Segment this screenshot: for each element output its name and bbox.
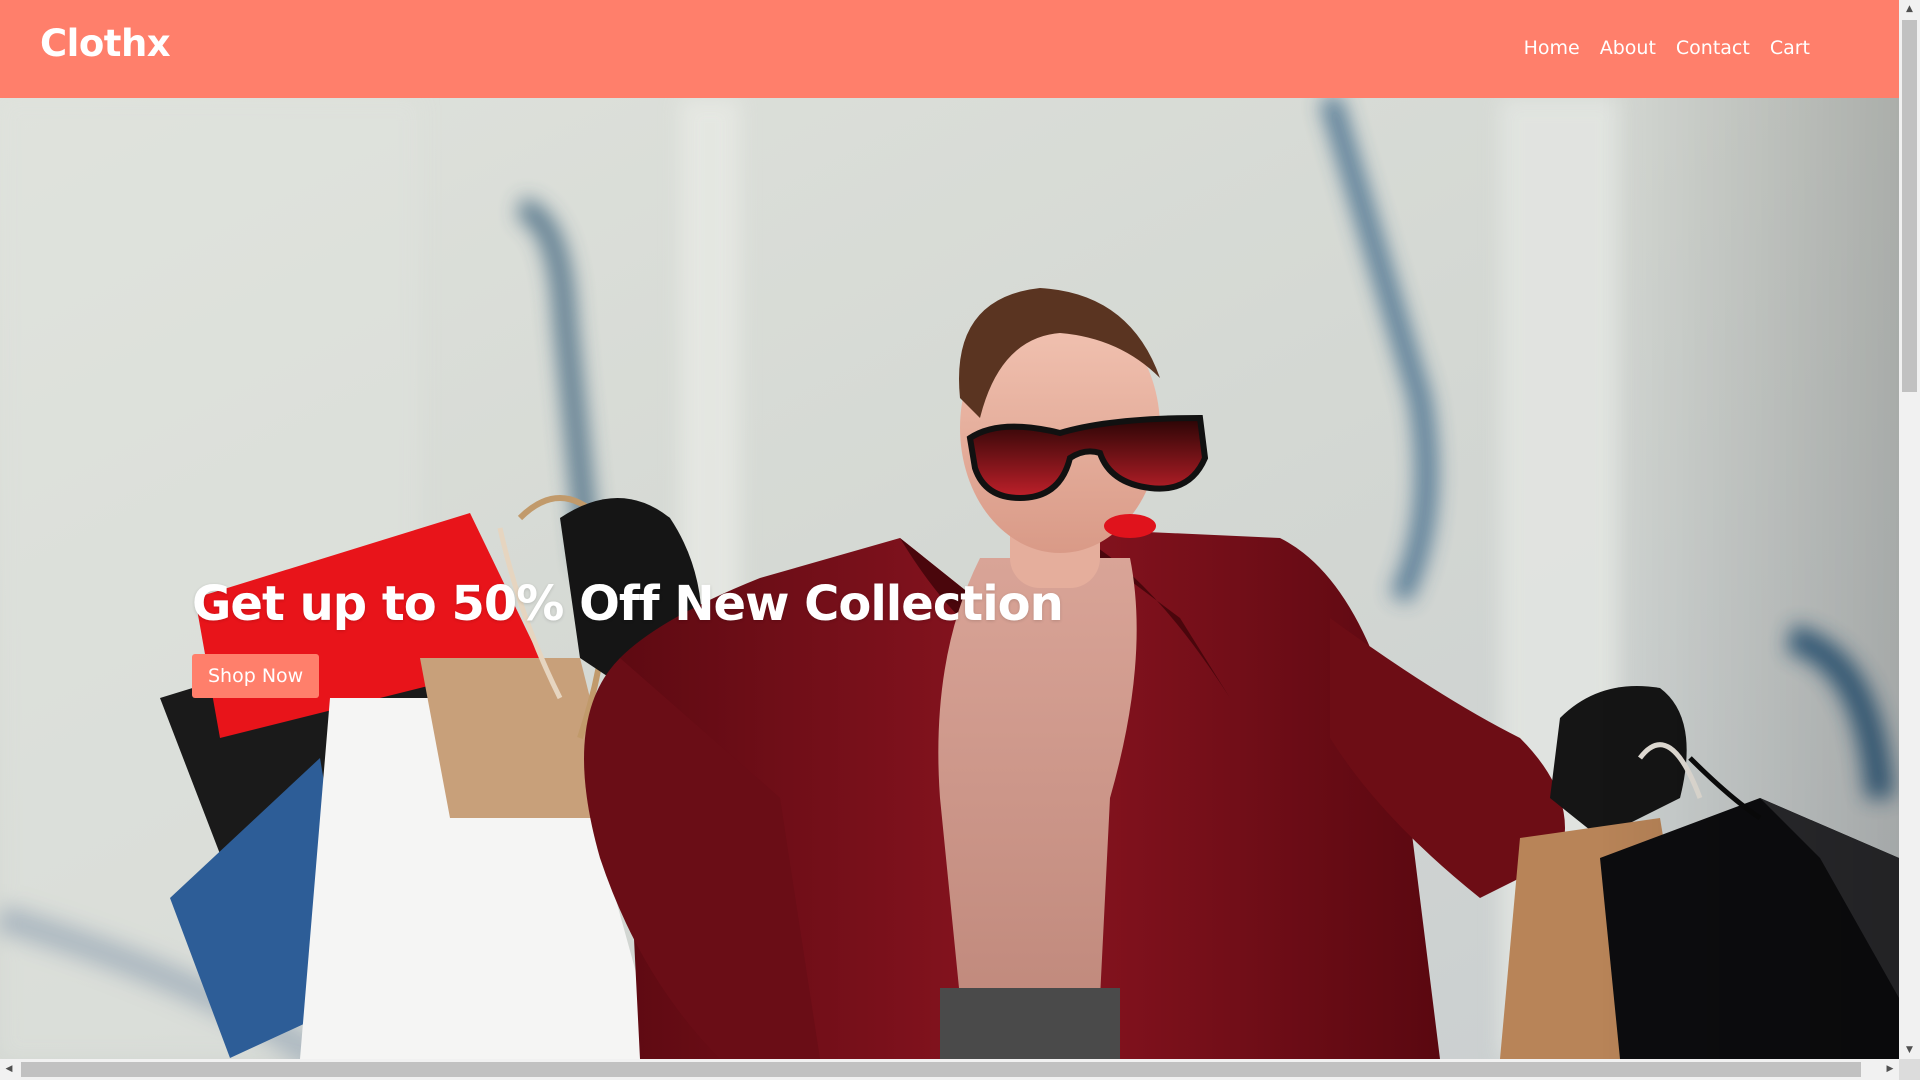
navbar: Clothx Home About Contact Cart xyxy=(0,0,1899,98)
brand-logo[interactable]: Clothx xyxy=(40,22,171,65)
nav-links: Home About Contact Cart xyxy=(1524,37,1810,59)
nav-item: Home xyxy=(1524,37,1580,59)
vertical-scrollbar[interactable]: ▲ ▼ xyxy=(1899,0,1920,1059)
shop-now-button[interactable]: Shop Now xyxy=(192,654,320,698)
nav-link-cart[interactable]: Cart xyxy=(1770,37,1810,59)
vertical-scroll-thumb[interactable] xyxy=(1902,20,1917,392)
nav-item: Cart xyxy=(1770,37,1810,59)
nav-item: About xyxy=(1600,37,1656,59)
nav-item: Contact xyxy=(1676,37,1750,59)
scroll-left-arrow-icon[interactable]: ◀ xyxy=(0,1059,18,1080)
scrollbar-corner xyxy=(1899,1059,1920,1080)
hero-banner: Get up to 50% Off New Collection Shop No… xyxy=(0,98,1899,1059)
scroll-up-arrow-icon[interactable]: ▲ xyxy=(1899,0,1920,18)
horizontal-scroll-thumb[interactable] xyxy=(21,1062,1861,1077)
hero-content: Get up to 50% Off New Collection Shop No… xyxy=(192,576,1064,698)
hero-title: Get up to 50% Off New Collection xyxy=(192,576,1064,632)
browser-viewport: Clothx Home About Contact Cart Get up to… xyxy=(0,0,1899,1059)
horizontal-scrollbar[interactable]: ◀ ▶ xyxy=(0,1059,1899,1080)
nav-link-contact[interactable]: Contact xyxy=(1676,37,1750,59)
scroll-down-arrow-icon[interactable]: ▼ xyxy=(1899,1041,1920,1059)
nav-link-about[interactable]: About xyxy=(1600,37,1656,59)
nav-link-home[interactable]: Home xyxy=(1524,37,1580,59)
scroll-right-arrow-icon[interactable]: ▶ xyxy=(1881,1059,1899,1080)
